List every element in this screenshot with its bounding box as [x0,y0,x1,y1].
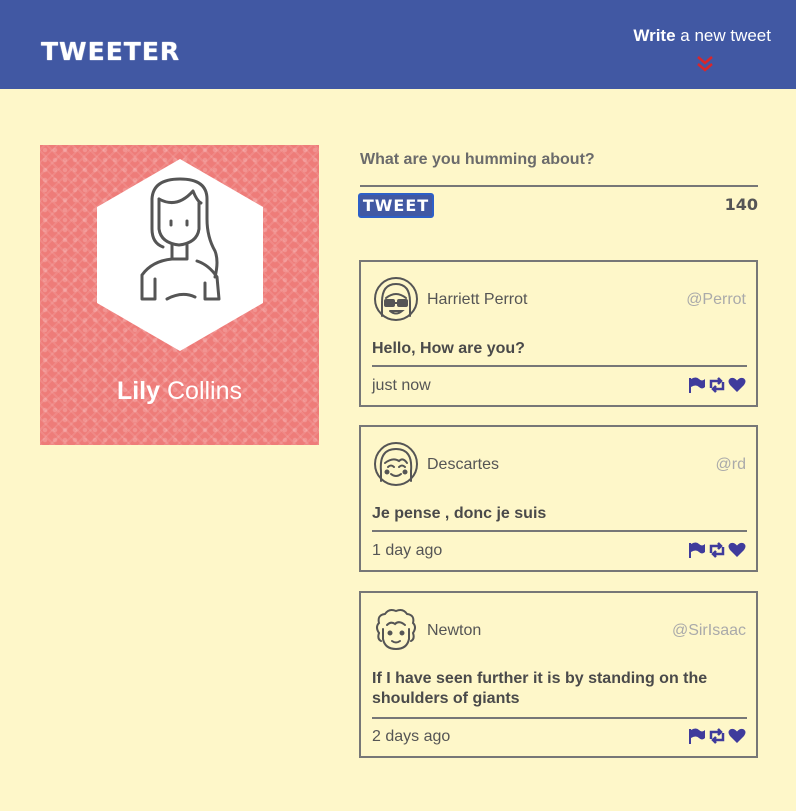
tweet-text: Je pense , donc je suis [372,505,547,522]
retweet-icon[interactable] [708,377,726,393]
tweet-handle[interactable]: @SirIsaac [672,622,746,640]
top-navbar: TWEETER Write a new tweet [0,0,796,89]
woman-with-glasses-avatar [374,277,418,321]
compose-input[interactable]: What are you humming about? [360,151,595,169]
tweet-actions [688,542,746,558]
tweet-text: If I have seen further it is by standing… [372,670,708,707]
tweet-divider [372,365,747,367]
smiling-person-avatar [374,442,418,486]
write-link-rest: a new tweet [675,26,771,45]
tweet-text: Hello, How are you? [372,340,525,357]
profile-name[interactable]: Lily Collins [40,377,319,406]
heart-icon[interactable] [728,542,746,558]
tweet-actions [688,728,746,744]
tweet-timestamp: 1 day ago [372,542,443,559]
profile-avatar [97,159,263,351]
tweet-timestamp: 2 days ago [372,728,451,745]
curly-haired-man-avatar [376,609,416,651]
tweet-author[interactable]: Harriett Perrot [427,291,527,309]
tweet-card: Newton @SirIsaac If I have seen further … [359,591,758,758]
tweet-divider [372,530,747,532]
compose-underline [360,185,758,187]
flag-icon[interactable] [688,377,706,393]
retweet-icon[interactable] [708,728,726,744]
write-tweet-link[interactable]: Write a new tweet [633,26,771,46]
flag-icon[interactable] [688,728,706,744]
profile-card: Lily Collins [40,145,319,445]
tweet-card: Descartes @rd Je pense , donc je suis 1 … [359,425,758,572]
tweet-handle[interactable]: @rd [716,456,746,474]
tweet-actions [688,377,746,393]
heart-icon[interactable] [728,377,746,393]
write-link-bold: Write [633,26,676,45]
retweet-icon[interactable] [708,542,726,558]
tweet-author[interactable]: Descartes [427,456,499,474]
tweet-handle[interactable]: @Perrot [686,291,746,309]
char-counter: 140 [724,195,758,214]
tweet-timestamp: just now [372,377,431,394]
profile-last-name: Collins [160,377,243,405]
profile-first-name: Lily [116,377,161,405]
tweet-author[interactable]: Newton [427,622,481,640]
tweet-divider [372,717,747,719]
heart-icon[interactable] [728,728,746,744]
app-logo[interactable]: TWEETER [41,37,180,66]
tweet-button[interactable]: TWEET [358,193,434,218]
flag-icon[interactable] [688,542,706,558]
double-chevron-down-icon[interactable] [695,54,715,74]
tweet-card: Harriett Perrot @Perrot Hello, How are y… [359,260,758,407]
